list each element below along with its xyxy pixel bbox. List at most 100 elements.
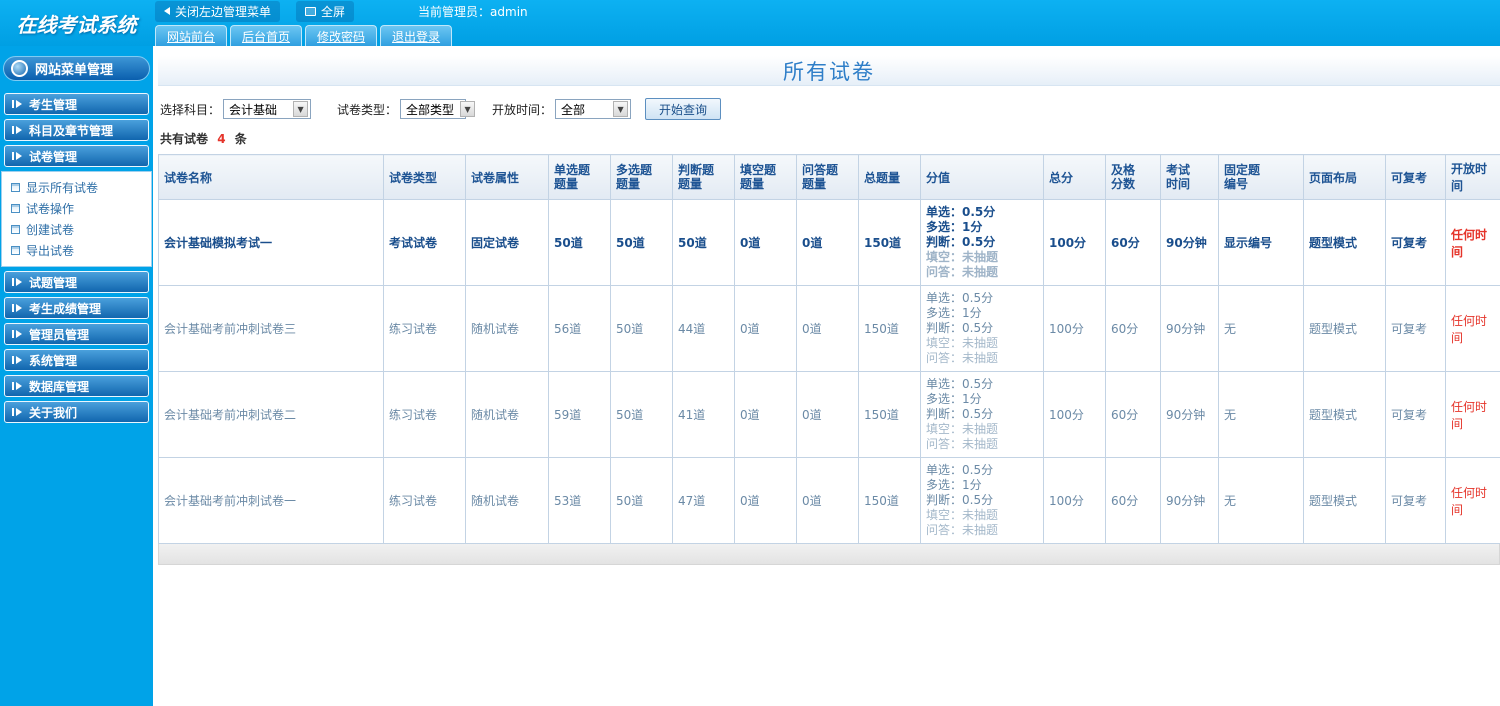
start-query-button[interactable]: 开始查询 xyxy=(645,98,722,120)
cell-paper-type: 练习试卷 xyxy=(383,285,466,372)
play-icon xyxy=(12,152,23,160)
subject-select[interactable]: 会计基础 ▼ xyxy=(223,99,312,119)
column-header-paper-name: 试卷名称 xyxy=(158,154,384,200)
play-icon xyxy=(12,330,23,338)
cell-open-time: 任何时间 xyxy=(1445,285,1500,372)
play-icon xyxy=(12,100,23,108)
sidebar-item-database-management[interactable]: 数据库管理 xyxy=(4,375,149,397)
sidebar-item-label: 数据库管理 xyxy=(29,379,90,394)
cell-paper-name: 会计基础考前冲刺试卷一 xyxy=(158,457,384,544)
column-header-judge-count: 判断题题量 xyxy=(672,154,735,200)
cell-single-count: 56道 xyxy=(548,285,611,372)
column-header-paper-attr: 试卷属性 xyxy=(465,154,549,200)
tab-logout[interactable]: 退出登录 xyxy=(380,25,453,46)
menu-circle-icon xyxy=(11,60,28,77)
sidebar-item-admin-management[interactable]: 管理员管理 xyxy=(4,323,149,345)
cell-score-values: 单选：0.5分 多选：1分 判断：0.5分 填空：未抽题 问答：未抽题 xyxy=(920,285,1044,372)
tab-change-password[interactable]: 修改密码 xyxy=(305,25,378,46)
cell-exam-time: 90分钟 xyxy=(1160,371,1219,458)
sidebar-item-about-us[interactable]: 关于我们 xyxy=(4,401,149,423)
sidebar-title: 网站菜单管理 xyxy=(35,63,114,78)
submenu-item-create-paper[interactable]: 创建试卷 xyxy=(2,219,151,240)
column-header-blank-count: 填空题题量 xyxy=(734,154,797,200)
cell-page-layout: 题型模式 xyxy=(1303,199,1386,286)
cell-exam-time: 90分钟 xyxy=(1160,457,1219,544)
cell-blank-count: 0道 xyxy=(734,371,797,458)
page-title-bar: 所有试卷 xyxy=(158,56,1500,86)
chevron-down-icon: ▼ xyxy=(613,101,629,117)
table-header-row: 试卷名称 试卷类型 试卷属性 单选题题量 多选题题量 判断题题量 填空题题量 问… xyxy=(158,154,1500,200)
column-header-retake: 可复考 xyxy=(1385,154,1446,200)
cell-fixed-number: 无 xyxy=(1218,457,1304,544)
cell-page-layout: 题型模式 xyxy=(1303,457,1386,544)
cell-retake: 可复考 xyxy=(1385,457,1446,544)
column-header-single-count: 单选题题量 xyxy=(548,154,611,200)
cell-paper-attr: 随机试卷 xyxy=(465,285,549,372)
column-header-qa-count: 问答题题量 xyxy=(796,154,859,200)
submenu-item-label: 显示所有试卷 xyxy=(26,181,99,195)
submenu-item-export-paper[interactable]: 导出试卷 xyxy=(2,240,151,261)
column-header-multiple-count: 多选题题量 xyxy=(610,154,673,200)
submenu-item-label: 创建试卷 xyxy=(26,223,75,237)
paper-management-submenu: 显示所有试卷 试卷操作 创建试卷 导出试卷 xyxy=(1,171,152,267)
cell-exam-time: 90分钟 xyxy=(1160,199,1219,286)
cell-judge-count: 47道 xyxy=(672,457,735,544)
cell-multiple-count: 50道 xyxy=(610,371,673,458)
filter-bar: 选择科目： 会计基础 ▼ 试卷类型： 全部类型 ▼ 开放时间： 全部 ▼ 开始查… xyxy=(158,86,1500,126)
cell-total-count: 150道 xyxy=(858,199,921,286)
cell-total-count: 150道 xyxy=(858,371,921,458)
tab-admin-home[interactable]: 后台首页 xyxy=(230,25,303,46)
table-row: 会计基础模拟考试一 考试试卷 固定试卷 50道 50道 50道 0道 0道 15… xyxy=(158,199,1500,286)
cell-paper-attr: 固定试卷 xyxy=(465,199,549,286)
fullscreen-button[interactable]: 全屏 xyxy=(296,0,355,22)
cell-pass-score: 60分 xyxy=(1105,199,1161,286)
close-left-menu-button[interactable]: 关闭左边管理菜单 xyxy=(155,0,281,22)
open-time-select-value: 全部 xyxy=(561,102,586,117)
app-logo: 在线考试系统 xyxy=(16,12,137,37)
play-icon xyxy=(12,408,23,416)
cell-score-values: 单选：0.5分 多选：1分 判断：0.5分 填空：未抽题 问答：未抽题 xyxy=(920,371,1044,458)
column-header-score-values: 分值 xyxy=(920,154,1044,200)
sidebar-item-student-management[interactable]: 考生管理 xyxy=(4,93,149,115)
cell-open-time: 任何时间 xyxy=(1445,199,1500,286)
cell-total-score: 100分 xyxy=(1043,199,1106,286)
paper-type-select[interactable]: 全部类型 ▼ xyxy=(400,99,476,119)
submenu-item-paper-operation[interactable]: 试卷操作 xyxy=(2,198,151,219)
table-row: 会计基础考前冲刺试卷二 练习试卷 随机试卷 59道 50道 41道 0道 0道 … xyxy=(158,371,1500,458)
chevron-down-icon: ▼ xyxy=(293,101,309,117)
play-icon xyxy=(12,382,23,390)
cell-paper-name: 会计基础模拟考试一 xyxy=(158,199,384,286)
top-tabs: 网站前台 后台首页 修改密码 退出登录 xyxy=(153,22,1500,46)
cell-blank-count: 0道 xyxy=(734,285,797,372)
cell-multiple-count: 50道 xyxy=(610,285,673,372)
top-strip: 关闭左边管理菜单 全屏 当前管理员：admin xyxy=(153,0,1500,22)
sidebar-item-score-management[interactable]: 考生成绩管理 xyxy=(4,297,149,319)
cell-total-score: 100分 xyxy=(1043,457,1106,544)
play-icon xyxy=(12,278,23,286)
cell-total-score: 100分 xyxy=(1043,371,1106,458)
sidebar-item-label: 管理员管理 xyxy=(29,327,90,342)
cell-judge-count: 44道 xyxy=(672,285,735,372)
submenu-item-show-all-papers[interactable]: 显示所有试卷 xyxy=(2,177,151,198)
cell-judge-count: 50道 xyxy=(672,199,735,286)
sidebar-item-paper-management[interactable]: 试卷管理 xyxy=(4,145,149,167)
tab-site-front[interactable]: 网站前台 xyxy=(155,25,228,46)
sidebar-item-question-management[interactable]: 试题管理 xyxy=(4,271,149,293)
cell-blank-count: 0道 xyxy=(734,199,797,286)
cell-qa-count: 0道 xyxy=(796,457,859,544)
sidebar-item-label: 系统管理 xyxy=(29,353,78,368)
column-header-total-score: 总分 xyxy=(1043,154,1106,200)
fullscreen-label: 全屏 xyxy=(321,4,346,19)
paper-type-select-value: 全部类型 xyxy=(406,102,455,117)
cell-open-time: 任何时间 xyxy=(1445,371,1500,458)
sidebar-item-subject-chapter-management[interactable]: 科目及章节管理 xyxy=(4,119,149,141)
open-time-filter-label: 开放时间： xyxy=(492,102,553,117)
table-row: 会计基础考前冲刺试卷三 练习试卷 随机试卷 56道 50道 44道 0道 0道 … xyxy=(158,285,1500,372)
column-header-pass-score: 及格分数 xyxy=(1105,154,1161,200)
sidebar-item-system-management[interactable]: 系统管理 xyxy=(4,349,149,371)
cell-open-time: 任何时间 xyxy=(1445,457,1500,544)
grid-icon xyxy=(11,183,20,192)
cell-judge-count: 41道 xyxy=(672,371,735,458)
cell-pass-score: 60分 xyxy=(1105,371,1161,458)
open-time-select[interactable]: 全部 ▼ xyxy=(555,99,632,119)
